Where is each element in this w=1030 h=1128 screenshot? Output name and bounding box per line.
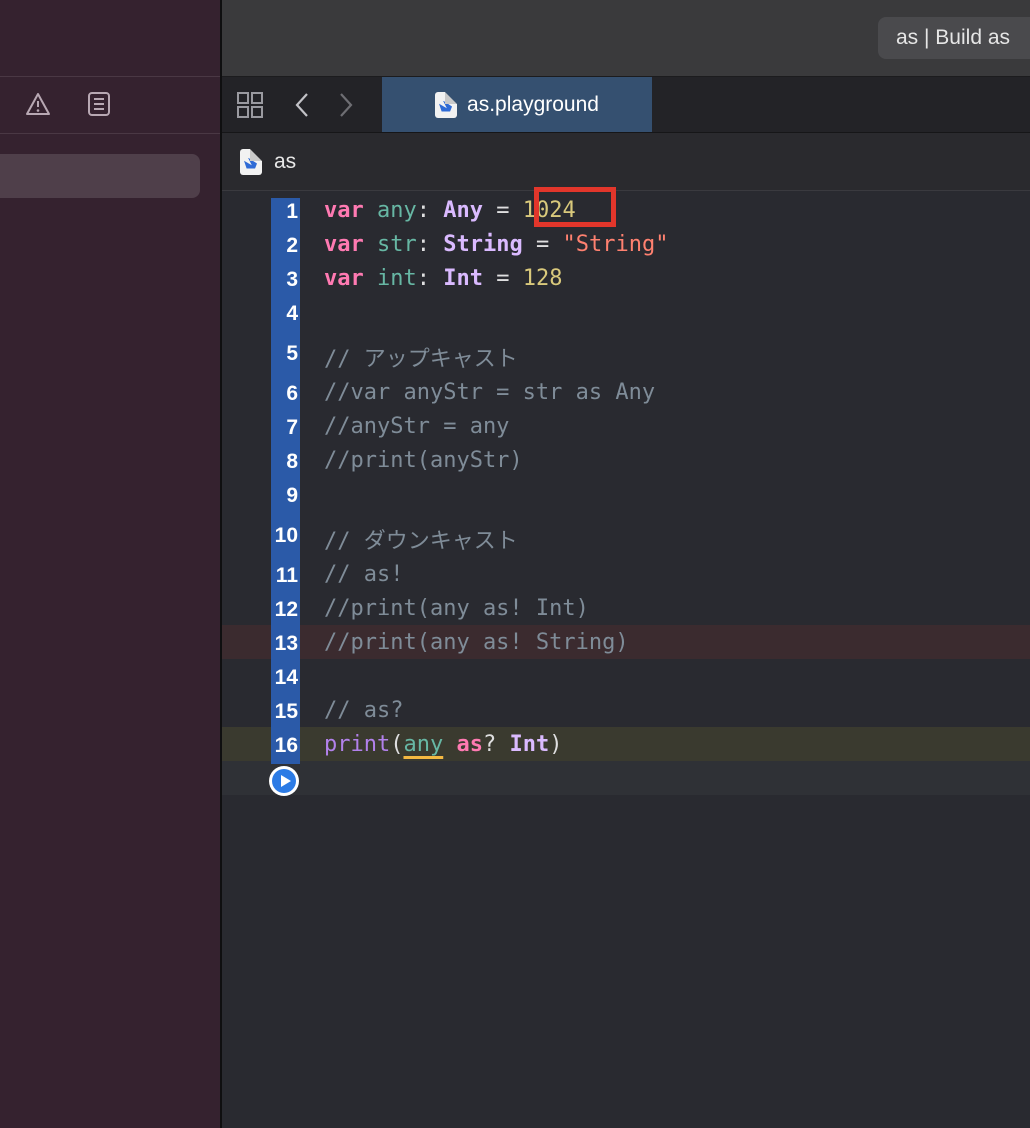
identifier: any	[377, 198, 417, 223]
line-number: 7	[286, 416, 298, 439]
line-number: 11	[275, 564, 298, 587]
punct: ?	[482, 732, 510, 757]
keyword: var	[324, 198, 364, 223]
code-line-3[interactable]: var int: Int = 128	[324, 266, 563, 291]
line-number: 8	[286, 450, 298, 473]
code-line-8[interactable]: //print(anyStr)	[324, 448, 523, 473]
warning-icon[interactable]	[25, 91, 51, 117]
operator: =	[522, 232, 563, 257]
line-number: 5	[286, 342, 298, 365]
jump-bar: as	[222, 133, 1030, 191]
line-number: 3	[286, 268, 298, 291]
operator: =	[483, 198, 523, 223]
code-line-2[interactable]: var str: String = "String"	[324, 232, 668, 257]
code-line-10[interactable]: // ダウンキャスト	[324, 523, 518, 555]
line-number: 1	[286, 200, 298, 223]
line-number: 2	[286, 234, 298, 257]
jump-bar-file[interactable]: as	[274, 150, 296, 174]
string-literal: "String"	[562, 232, 669, 257]
line-number: 6	[286, 382, 298, 405]
keyword: as	[456, 732, 483, 757]
code-line-12[interactable]: //print(any as! Int)	[324, 596, 589, 621]
function-name: print	[324, 732, 391, 757]
grid-icon[interactable]	[234, 77, 266, 132]
tab-as-playground[interactable]: as.playground	[382, 77, 652, 132]
navigator-selector-bar	[0, 77, 220, 134]
code-line-6[interactable]: //var anyStr = str as Any	[324, 380, 655, 405]
type-name: Int	[443, 266, 483, 291]
line-number: 4	[286, 302, 298, 325]
identifier-warning: any	[403, 732, 444, 757]
swift-file-icon[interactable]	[240, 148, 262, 175]
annotation-highlight-box	[534, 187, 616, 227]
type-name: Int	[509, 732, 550, 757]
keyword: var	[324, 266, 364, 291]
line-number: 10	[274, 524, 298, 547]
run-play-icon[interactable]	[269, 766, 299, 796]
number-literal: 128	[522, 266, 563, 291]
chevron-left-icon[interactable]	[290, 77, 314, 132]
line-number: 12	[274, 598, 298, 621]
code-line-5[interactable]: // アップキャスト	[324, 341, 518, 373]
identifier: str	[377, 232, 417, 257]
line-number: 14	[274, 666, 298, 689]
punct: )	[549, 732, 563, 757]
code-line-7[interactable]: //anyStr = any	[324, 414, 509, 439]
code-line-13[interactable]: //print(any as! String)	[324, 630, 629, 655]
type-name: Any	[443, 198, 483, 223]
type-name: String	[443, 232, 523, 257]
swift-file-icon	[435, 91, 458, 118]
code-line-16[interactable]: print(any as? Int)	[324, 732, 562, 757]
line-number: 15	[274, 700, 298, 723]
punct: :	[416, 232, 444, 257]
issue-list-icon[interactable]	[86, 91, 112, 117]
line-number: 13	[274, 632, 298, 655]
identifier: int	[377, 266, 417, 291]
editor-tab-bar: as.playground	[222, 77, 1030, 133]
line-number: 9	[286, 484, 298, 507]
code-line-15[interactable]: // as?	[324, 698, 403, 723]
run-line-highlight	[222, 761, 1030, 795]
navigator-sidebar	[0, 0, 220, 1128]
code-editor[interactable]: 1 2 3 4 5 6 7 8 9 10 11 12 13 14 15 16 v…	[222, 187, 1030, 1128]
activity-status[interactable]: as | Build as	[878, 17, 1030, 59]
tab-label: as.playground	[467, 92, 599, 116]
sidebar-selected-item[interactable]	[0, 154, 200, 198]
keyword: var	[324, 232, 364, 257]
punct: (	[390, 732, 404, 757]
window-toolbar: as | Build as	[222, 0, 1030, 77]
operator: =	[483, 266, 523, 291]
line-number: 16	[274, 734, 298, 757]
punct: :	[416, 198, 444, 223]
chevron-right-icon[interactable]	[334, 77, 358, 132]
code-line-11[interactable]: // as!	[324, 562, 403, 587]
punct: :	[416, 266, 444, 291]
sidebar-header	[0, 0, 220, 77]
